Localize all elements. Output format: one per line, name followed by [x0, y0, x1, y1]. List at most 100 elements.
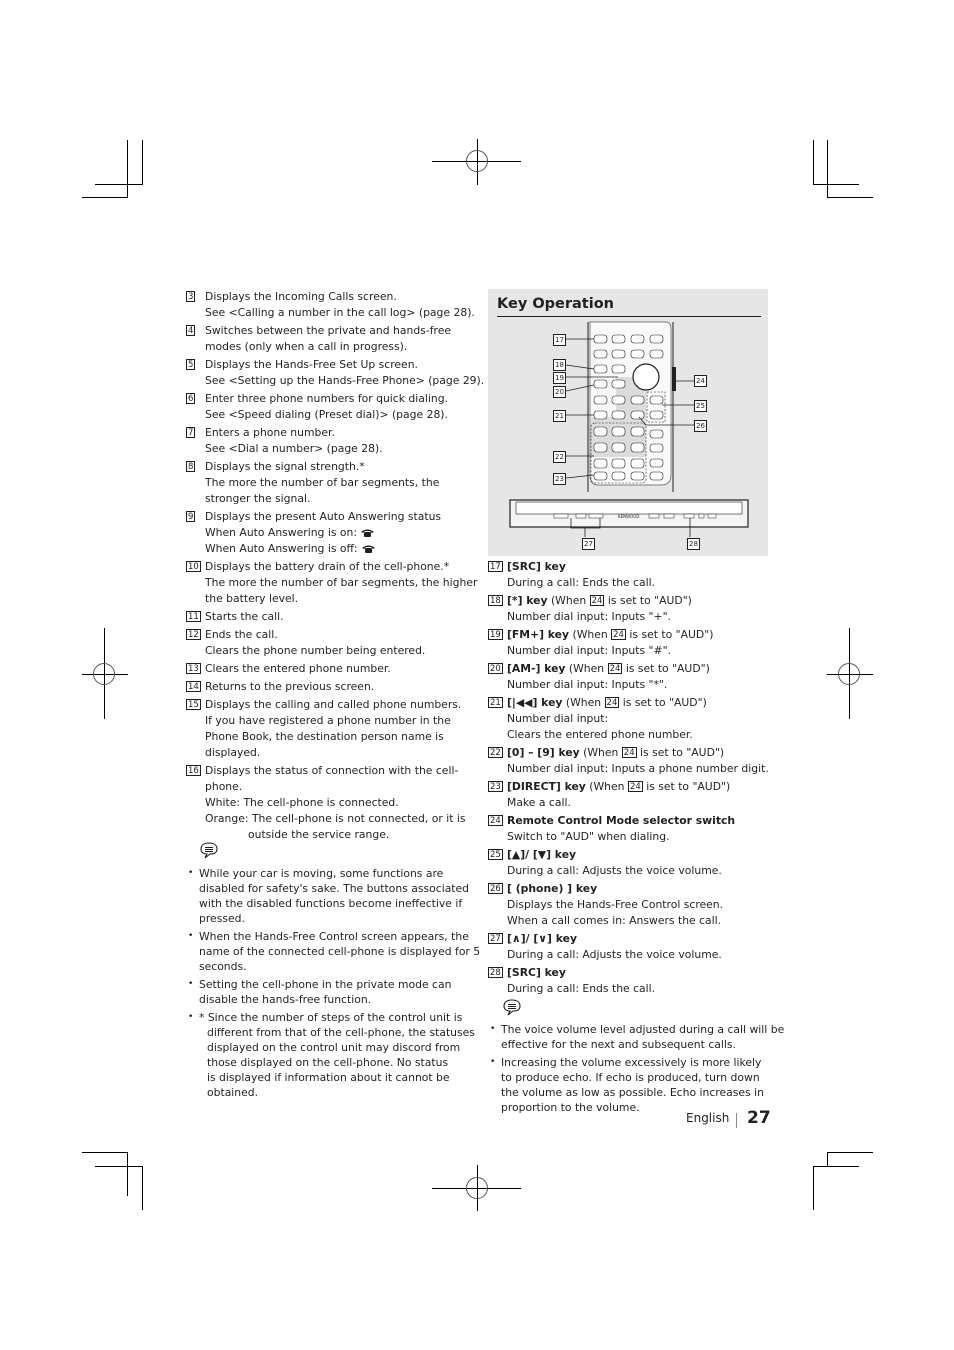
item-number-badge: 13: [186, 663, 201, 674]
item-line: Clears the phone number being entered.: [205, 644, 426, 657]
item-number-badge: 22: [488, 747, 503, 758]
key-description-line: Number dial input: Inputs "+".: [507, 610, 671, 623]
key-condition: (When: [579, 746, 622, 759]
key-description-line: During a call: Ends the call.: [507, 982, 656, 995]
item-number-badge: 24: [488, 815, 503, 826]
key-heading: Remote Control Mode selector switch: [507, 813, 777, 829]
item-line: The more the number of bar segments, the: [205, 476, 440, 489]
brand-label: KENWOOD: [618, 514, 639, 519]
note-bullet: Increasing the volume excessively is mor…: [488, 1055, 784, 1115]
section-title: Key Operation: [497, 296, 614, 312]
item-number-badge: 18: [488, 595, 503, 606]
item-line: Enters a phone number.: [205, 426, 335, 439]
item-number-badge: 26: [488, 883, 503, 894]
item-text: [DIRECT] key (When 24 is set to "AUD") Ma…: [507, 779, 777, 811]
reference-badge: 24: [621, 747, 637, 758]
item-line: stronger the signal.: [205, 492, 311, 505]
item-number-badge: 6: [186, 393, 196, 404]
callout-26: 26: [694, 420, 707, 432]
key-condition: is set to "AUD"): [625, 628, 714, 641]
callout-20: 20: [553, 386, 566, 398]
key-name: [SRC] key: [507, 560, 566, 573]
item-text: [FM+] key (When 24 is set to "AUD") Numbe…: [507, 627, 777, 659]
note-line: with the disabled functions become ineff…: [199, 897, 463, 910]
item-text: [∧]/ [∨] key During a call: Adjusts the v…: [507, 931, 777, 963]
key-name: [0] – [9] key: [507, 746, 580, 759]
head-unit-front: KENWOOD: [509, 499, 749, 528]
item-text: [*] key (When 24 is set to "AUD") Number …: [507, 593, 777, 625]
item-number-badge: 11: [186, 611, 201, 622]
item-line: Ends the call.: [205, 628, 278, 641]
item-number-badge: 8: [186, 461, 196, 472]
note-line: pressed.: [199, 912, 245, 925]
control-knob: [632, 363, 660, 391]
item-line: outside the service range.: [248, 828, 390, 841]
key-name: [∧]/ [∨] key: [507, 932, 577, 945]
key-name: [ (phone) ] key: [507, 882, 598, 895]
key-condition: (When: [569, 628, 612, 641]
note-line: * Since the number of steps of the contr…: [199, 1011, 463, 1024]
left-notes: While your car is moving, some functions…: [186, 866, 480, 1103]
key-heading: [SRC] key: [507, 965, 777, 981]
key-name: [DIRECT] key: [507, 780, 586, 793]
note-bullet: * Since the number of steps of the contr…: [186, 1010, 480, 1100]
item-line: Phone Book, the destination person name …: [205, 730, 444, 743]
item-line: White: The cell-phone is connected.: [205, 796, 399, 809]
item-number-badge: 20: [488, 663, 503, 674]
item-number-badge: 4: [186, 325, 196, 336]
item-text: Displays the signal strength.* The more t…: [205, 459, 475, 507]
note-line: While your car is moving, some functions…: [199, 867, 444, 880]
item-text: Remote Control Mode selector switch Switc…: [507, 813, 777, 845]
item-text: [AM-] key (When 24 is set to "AUD") Numbe…: [507, 661, 777, 693]
key-description-line: Switch to "AUD" when dialing.: [507, 830, 670, 843]
item-text: [▲]/ [▼] key During a call: Adjusts the v…: [507, 847, 777, 879]
key-heading: [|◀◀] key (When 24 is set to "AUD"): [507, 695, 777, 711]
key-heading: [0] – [9] key (When 24 is set to "AUD"): [507, 745, 777, 761]
item-number-badge: 25: [488, 849, 503, 860]
note-line: displayed on the control unit may discor…: [207, 1041, 461, 1054]
item-number-badge: 14: [186, 681, 201, 692]
item-number-badge: 17: [488, 561, 503, 572]
key-condition: is set to "AUD"): [642, 780, 731, 793]
callout-22: 22: [553, 451, 566, 463]
item-number-badge: 10: [186, 561, 201, 572]
item-line: See <Dial a number> (page 28).: [205, 442, 383, 455]
note-line: the volume as low as possible. Echo incr…: [501, 1086, 764, 1099]
note-line: different from that of the cell-phone, t…: [207, 1026, 475, 1039]
reference-badge: 24: [611, 629, 626, 640]
item-line: Orange: The cell-phone is not connected,…: [205, 812, 466, 825]
item-text: [SRC] key During a call: Ends the call.: [507, 559, 777, 591]
note-line: seconds.: [199, 960, 247, 973]
item-text: Switches between the private and hands-f…: [205, 323, 475, 355]
item-text: Displays the status of connection with t…: [205, 763, 475, 843]
note-line: Increasing the volume excessively is mor…: [501, 1056, 762, 1069]
note-icon: [200, 842, 218, 859]
footer-separator: [736, 1113, 737, 1128]
item-line: If you have registered a phone number in…: [205, 714, 451, 727]
item-text: [SRC] key During a call: Ends the call.: [507, 965, 777, 997]
key-description-line: During a call: Adjusts the voice volume.: [507, 948, 722, 961]
item-line: Displays the battery drain of the cell-p…: [205, 560, 450, 573]
key-name: [*] key: [507, 594, 548, 607]
note-line: is displayed if information about it can…: [207, 1071, 450, 1084]
item-line: displayed.: [205, 746, 261, 759]
item-line: Displays the present Auto Answering stat…: [205, 510, 442, 523]
key-heading: [▲]/ [▼] key: [507, 847, 777, 863]
note-line: proportion to the volume.: [501, 1101, 640, 1114]
reference-badge: 24: [607, 663, 623, 674]
item-number-badge: 28: [488, 967, 503, 978]
callout-28: 28: [687, 538, 700, 550]
item-line: The more the number of bar segments, the…: [205, 576, 478, 589]
callout-17: 17: [553, 334, 566, 346]
note-line: When the Hands-Free Control screen appea…: [199, 930, 469, 943]
item-line: modes (only when a call in progress).: [205, 340, 408, 353]
item-line: When Auto Answering is on:: [205, 525, 475, 541]
reference-badge: 24: [589, 595, 605, 606]
key-condition: (When: [585, 780, 628, 793]
item-text: Clears the entered phone number.: [205, 661, 475, 677]
key-description-line: Clears the entered phone number.: [507, 728, 693, 741]
item-line: Enter three phone numbers for quick dial…: [205, 392, 449, 405]
key-condition: (When: [547, 594, 590, 607]
note-line: name of the connected cell-phone is disp…: [199, 945, 481, 958]
item-line: See <Calling a number in the call log> (…: [205, 306, 475, 319]
